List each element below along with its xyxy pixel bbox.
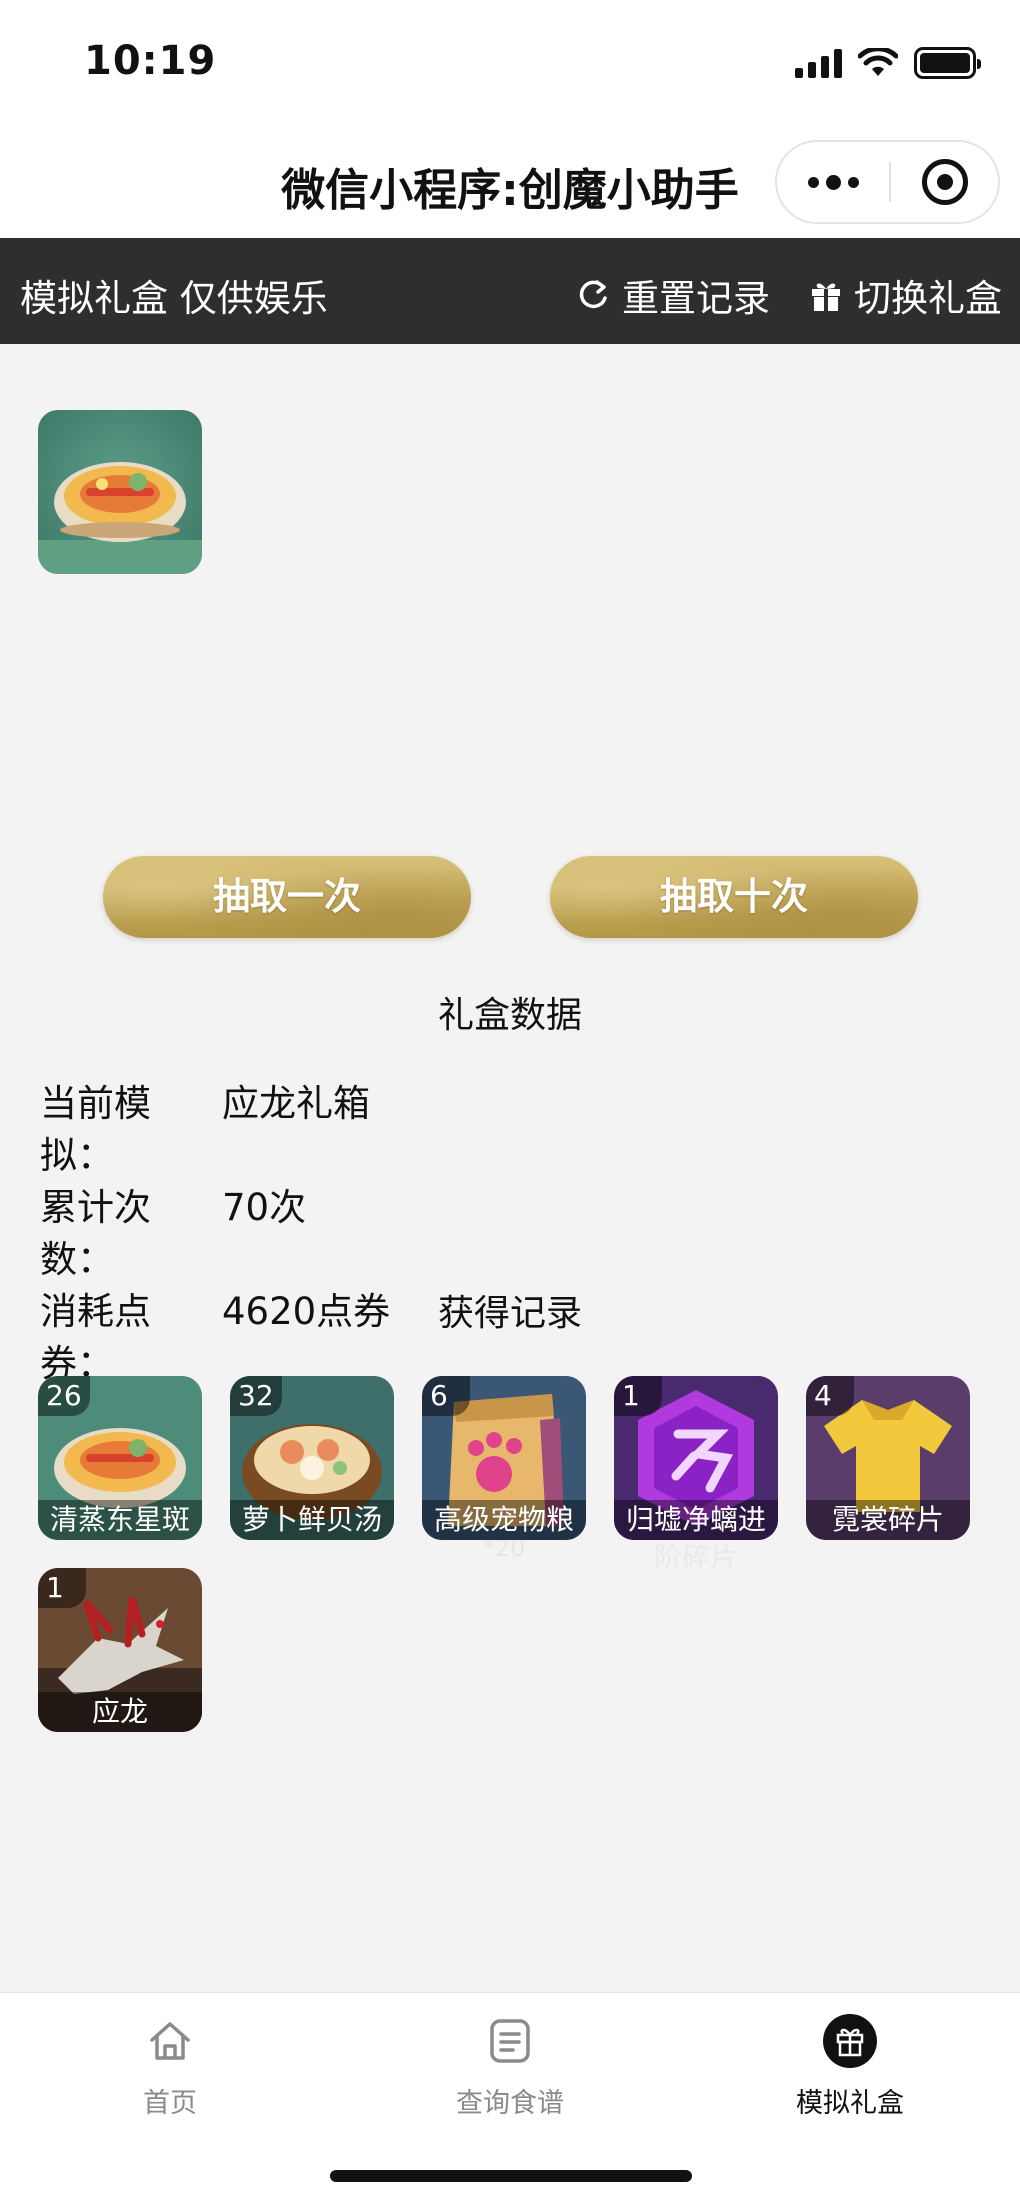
home-indicator [330,2170,692,2182]
status-time: 10:19 [84,38,217,84]
item-count: 26 [38,1376,90,1416]
reset-records-label: 重置记录 [622,277,770,320]
tab-home[interactable]: 首页 [70,2013,270,2120]
item-tile: 6 高级宠物粮 [422,1376,586,1540]
more-menu-button[interactable] [777,142,889,222]
item-count: 1 [614,1376,662,1416]
status-icons [795,46,981,80]
item-tile: 32 萝卜鲜贝汤 [230,1376,394,1540]
tab-recipes[interactable]: 查询食谱 [410,2013,610,2120]
stat-value: 70次 [222,1186,307,1229]
item-tile: 4 霓裳碎片 [806,1376,970,1540]
item-name-line2: 阶碎片 [653,1541,738,1574]
document-icon [482,2013,538,2069]
nav-bar: 微信小程序:创魔小助手 [0,130,1020,238]
item-name: 萝卜鲜贝汤 [230,1500,394,1540]
stat-label: 累计次数： [40,1186,151,1281]
reset-records-button[interactable]: 重置记录 [576,268,770,322]
record-item: 6 高级宠物粮 *20 [422,1376,586,1562]
record-item: 4 霓裳碎片 [806,1376,970,1540]
refresh-icon [579,280,607,309]
item-count: 1 [38,1568,86,1608]
record-item: 32 萝卜鲜贝汤 [230,1376,394,1540]
cellular-signal-icon [795,48,842,78]
tab-home-label: 首页 [143,2088,197,2119]
battery-icon [914,47,981,79]
item-name: 归墟净螭进 [614,1500,778,1540]
target-icon [921,159,968,205]
item-name: 清蒸东星斑 [38,1500,202,1540]
wifi-icon [858,48,898,76]
item-count: 32 [230,1376,282,1416]
gift-icon [812,283,840,311]
action-bar: 模拟礼盒 仅供娱乐 重置记录 切换礼盒 [0,238,1020,344]
status-bar: 10:19 [0,0,1020,130]
records-title: 获得记录 [437,1293,582,1334]
item-tile: 1 归墟净螭进 [614,1376,778,1540]
item-name: 应龙 [38,1692,202,1732]
item-count: 4 [806,1376,854,1416]
item-tile: 26 清蒸东星斑 [38,1376,202,1540]
item-name: 霓裳碎片 [806,1500,970,1540]
tab-recipes-label: 查询食谱 [456,2088,564,2119]
record-item: 26 清蒸东星斑 [38,1376,202,1540]
tab-giftbox[interactable]: 模拟礼盒 [750,2013,950,2120]
stat-label: 当前模拟： [40,1082,151,1177]
draw-ten-label: 抽取十次 [660,875,808,918]
featured-item-image [38,410,202,574]
record-item: 1 应龙 [38,1568,202,1732]
item-name: 高级宠物粮 [422,1500,586,1540]
home-icon [142,2013,198,2069]
disclaimer-text: 模拟礼盒 仅供娱乐 [20,277,328,320]
stat-row: 当前模拟： 应龙礼箱 [40,1078,390,1182]
giftbox-data-title: 礼盒数据 [437,995,582,1036]
switch-giftbox-label: 切换礼盒 [854,277,1002,320]
gift-circle-icon [822,2013,878,2069]
record-item: 1 归墟净螭进 阶碎片 [614,1376,778,1576]
draw-once-button[interactable]: 抽取一次 [103,856,471,938]
item-tile: 1 应龙 [38,1568,202,1732]
stat-row: 累计次数： 70次 [40,1182,390,1286]
close-button[interactable] [891,142,998,222]
draw-ten-button[interactable]: 抽取十次 [550,856,918,938]
mini-program-capsule [775,140,1000,224]
switch-giftbox-button[interactable]: 切换礼盒 [810,268,1002,322]
stat-value: 应龙礼箱 [222,1082,370,1125]
draw-once-label: 抽取一次 [213,875,361,918]
tab-giftbox-label: 模拟礼盒 [796,2088,904,2119]
item-count: 6 [422,1376,470,1416]
giftbox-stats: 当前模拟： 应龙礼箱 累计次数： 70次 消耗点券： 4620点券 [40,1078,390,1390]
